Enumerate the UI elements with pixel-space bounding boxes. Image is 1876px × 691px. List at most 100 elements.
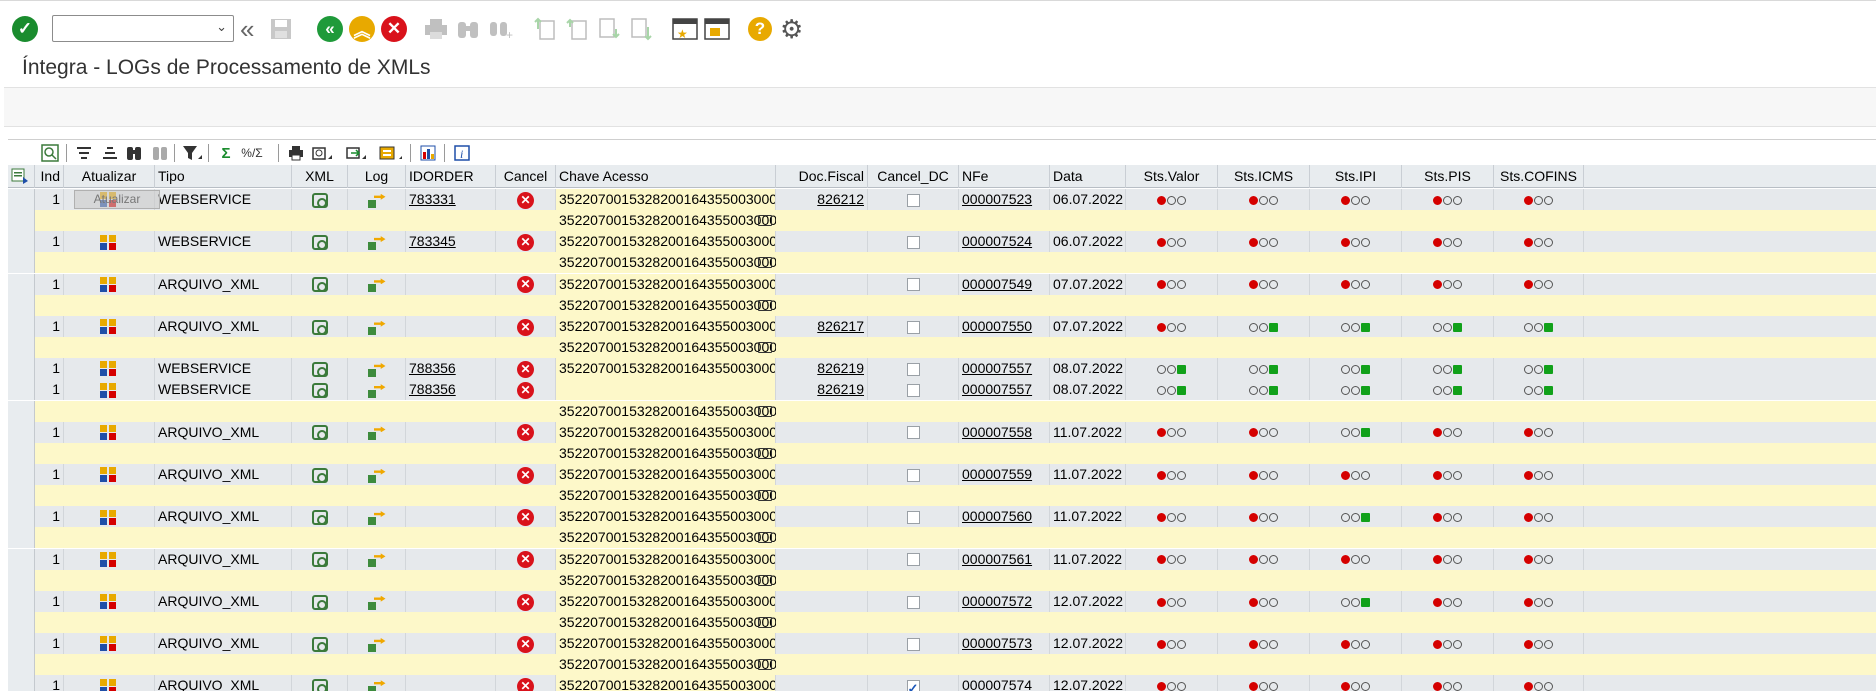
cell-cancel-dc[interactable]: [868, 273, 959, 295]
cell-atualizar[interactable]: [64, 463, 155, 485]
row-selector[interactable]: [8, 315, 35, 337]
xml-view-icon[interactable]: [311, 361, 328, 377]
row-selector[interactable]: [8, 590, 35, 612]
table-row[interactable]: 1 ARQUIVO_XML ✕ 352207001532820016435500300…: [8, 421, 1876, 443]
graphic-icon[interactable]: [416, 142, 440, 164]
cell-cancel[interactable]: ✕: [496, 231, 556, 253]
cancel-dc-checkbox[interactable]: [906, 278, 920, 292]
sort-desc-icon[interactable]: [98, 142, 122, 164]
cell-cancel-dc[interactable]: [868, 590, 959, 612]
table-row[interactable]: 1 WEBSERVICE 783345 ✕ 3522070015328200164355…: [8, 231, 1876, 253]
cell-log[interactable]: [348, 379, 406, 401]
cancel-icon[interactable]: ✕: [517, 191, 534, 209]
find-icon[interactable]: [456, 15, 480, 43]
cell-atualizar[interactable]: [64, 231, 155, 253]
cell-nfe[interactable]: 000007549: [959, 273, 1050, 295]
log-icon[interactable]: [367, 425, 386, 441]
log-icon[interactable]: [367, 277, 386, 293]
cell-idorder[interactable]: 788356: [406, 358, 496, 380]
cell-cancel-dc[interactable]: [868, 548, 959, 570]
col-sts-cofins[interactable]: Sts.COFINS: [1494, 165, 1584, 188]
log-icon[interactable]: [367, 193, 386, 208]
table-subrow[interactable]: 352207001532820016435500300000...: [8, 654, 1876, 676]
table-subrow[interactable]: 352207001532820016435500300000...: [8, 485, 1876, 507]
col-doc-fiscal[interactable]: Doc.Fiscal: [776, 165, 868, 188]
cell-xml[interactable]: [292, 315, 348, 337]
print-icon[interactable]: [424, 15, 448, 43]
table-subrow[interactable]: 352207001532820016435500300000...: [8, 337, 1876, 359]
cell-idorder[interactable]: 783345: [406, 231, 496, 253]
cell-log[interactable]: [348, 548, 406, 570]
cancel-icon[interactable]: ✕: [517, 382, 534, 400]
prev-page-icon[interactable]: [566, 15, 588, 43]
row-selector[interactable]: [8, 463, 35, 485]
refresh-icon[interactable]: [99, 678, 119, 691]
cell-nfe[interactable]: 000007572: [959, 590, 1050, 612]
print-icon[interactable]: [758, 342, 772, 354]
cancel-icon[interactable]: ✕: [517, 424, 534, 442]
cell-xml[interactable]: [292, 548, 348, 570]
cell-log[interactable]: [348, 189, 406, 210]
refresh-icon[interactable]: [99, 234, 119, 251]
refresh-icon[interactable]: [99, 636, 119, 652]
cancel-dc-checkbox[interactable]: [906, 637, 920, 651]
log-icon[interactable]: [367, 320, 386, 335]
cell-atualizar[interactable]: [64, 421, 155, 443]
log-icon[interactable]: [367, 383, 386, 399]
cancel-dc-checkbox[interactable]: [906, 595, 920, 609]
cell-xml[interactable]: [292, 463, 348, 485]
cancel-button[interactable]: ✕: [381, 15, 407, 43]
help-button[interactable]: ?: [748, 15, 772, 43]
cell-cancel[interactable]: ✕: [496, 506, 556, 528]
cell-cancel[interactable]: ✕: [496, 273, 556, 295]
print-icon[interactable]: [758, 405, 772, 417]
print-icon[interactable]: [758, 299, 772, 311]
cancel-dc-checkbox[interactable]: [906, 678, 920, 691]
table-row[interactable]: 1 ARQUIVO_XML ✕ 352207001532820016435500300…: [8, 506, 1876, 528]
col-xml[interactable]: XML: [292, 165, 348, 188]
print-icon[interactable]: [758, 574, 772, 586]
col-idorder[interactable]: IDORDER: [406, 165, 496, 188]
row-selector[interactable]: [8, 252, 35, 274]
cancel-icon[interactable]: ✕: [517, 234, 534, 252]
table-subrow[interactable]: 352207001532820016435500300000...: [8, 252, 1876, 274]
cell-doc-fiscal[interactable]: 826217: [776, 315, 868, 337]
cell-log[interactable]: [348, 315, 406, 337]
xml-view-icon[interactable]: [311, 552, 328, 568]
refresh-icon[interactable]: [99, 276, 119, 293]
cell-xml[interactable]: [292, 273, 348, 295]
print-icon[interactable]: [758, 617, 772, 628]
cancel-icon[interactable]: ✕: [517, 318, 534, 336]
table-row[interactable]: 1 ARQUIVO_XML ✕ 352207001532820016435500300…: [8, 273, 1876, 295]
row-selector[interactable]: [8, 421, 35, 443]
cell-cancel-dc[interactable]: [868, 358, 959, 380]
log-icon[interactable]: [367, 468, 386, 483]
cell-cancel-dc[interactable]: [868, 421, 959, 443]
row-selector[interactable]: [8, 442, 35, 464]
log-icon[interactable]: [367, 362, 386, 377]
xml-view-icon[interactable]: [311, 425, 328, 441]
cell-cancel-dc[interactable]: [868, 189, 959, 210]
refresh-icon[interactable]: [99, 551, 119, 568]
table-subrow[interactable]: 352207001532820016435500300000...: [8, 569, 1876, 591]
log-icon[interactable]: [367, 679, 386, 691]
print-icon[interactable]: [758, 447, 772, 459]
cell-cancel-dc[interactable]: [868, 231, 959, 253]
cell-atualizar[interactable]: [64, 273, 155, 295]
row-selector[interactable]: [8, 506, 35, 528]
cell-cancel[interactable]: ✕: [496, 463, 556, 485]
cell-cancel[interactable]: ✕: [496, 189, 556, 210]
print-icon[interactable]: [758, 257, 772, 269]
table-row[interactable]: 1 ARQUIVO_XML ✕ 352207001532820016435500300…: [8, 590, 1876, 612]
table-row[interactable]: 1 ARQUIVO_XML ✕ 352207001532820016435500300…: [8, 315, 1876, 337]
col-log[interactable]: Log: [348, 165, 406, 188]
table-subrow[interactable]: 352207001532820016435500300000...: [8, 400, 1876, 422]
cell-xml[interactable]: [292, 675, 348, 691]
table-subrow[interactable]: 352207001532820016435500300000...: [8, 612, 1876, 633]
cell-atualizar[interactable]: [64, 358, 155, 380]
row-selector[interactable]: [8, 400, 35, 422]
cell-doc-fiscal[interactable]: 826212: [776, 189, 868, 210]
col-sts-valor[interactable]: Sts.Valor: [1126, 165, 1218, 188]
row-selector[interactable]: [8, 231, 35, 253]
cancel-dc-checkbox[interactable]: [906, 511, 920, 525]
